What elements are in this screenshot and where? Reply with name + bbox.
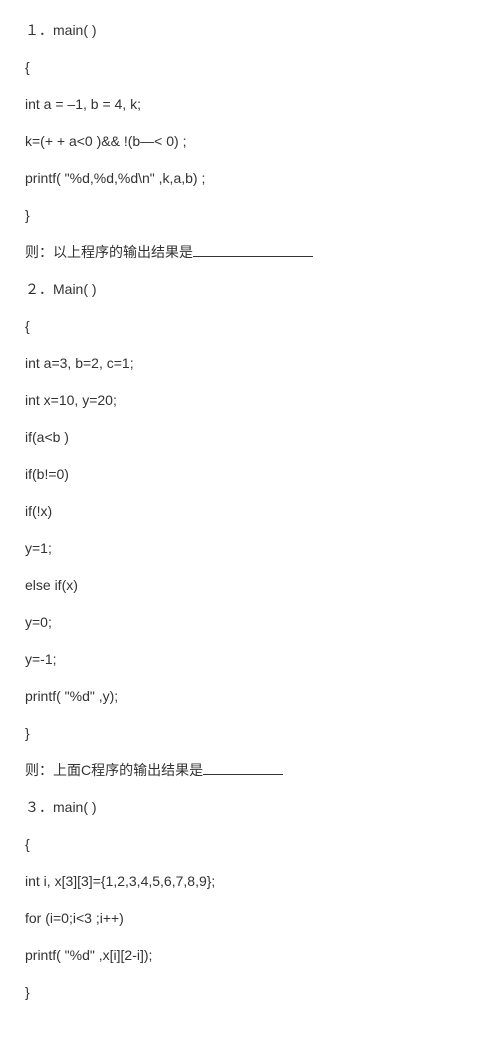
blank-field (193, 243, 313, 257)
blank-field (203, 761, 283, 775)
code-line: printf( "%d" ,x[i][2-i]); (25, 945, 478, 966)
code-line: int a=3, b=2, c=1; (25, 353, 478, 374)
code-line: for (i=0;i<3 ;i++) (25, 908, 478, 929)
code-line: { (25, 57, 478, 78)
code-line: printf( "%d,%d,%d\n" ,k,a,b) ; (25, 168, 478, 189)
code-line: int a = –1, b = 4, k; (25, 94, 478, 115)
code-line: else if(x) (25, 575, 478, 596)
question-label: 则：上面C程序的输出结果是 (25, 762, 203, 778)
code-line: ３．main( ) (25, 797, 478, 818)
code-line: int x=10, y=20; (25, 390, 478, 411)
code-line: printf( "%d" ,y); (25, 686, 478, 707)
question-label: 则：以上程序的输出结果是 (25, 244, 193, 260)
code-line: if(a<b ) (25, 427, 478, 448)
question-text: 则：以上程序的输出结果是 (25, 242, 478, 263)
code-line: { (25, 316, 478, 337)
code-line: １．main( ) (25, 20, 478, 41)
code-line: } (25, 982, 478, 1003)
code-line: } (25, 205, 478, 226)
code-line: y=0; (25, 612, 478, 633)
code-line: ２．Main( ) (25, 279, 478, 300)
code-line: k=(+ + a<0 )&& !(b—< 0) ; (25, 131, 478, 152)
code-line: int i, x[3][3]={1,2,3,4,5,6,7,8,9}; (25, 871, 478, 892)
code-line: if(!x) (25, 501, 478, 522)
code-line: if(b!=0) (25, 464, 478, 485)
code-line: y=1; (25, 538, 478, 559)
code-line: y=-1; (25, 649, 478, 670)
code-line: } (25, 723, 478, 744)
code-line: { (25, 834, 478, 855)
question-text: 则：上面C程序的输出结果是 (25, 760, 478, 781)
